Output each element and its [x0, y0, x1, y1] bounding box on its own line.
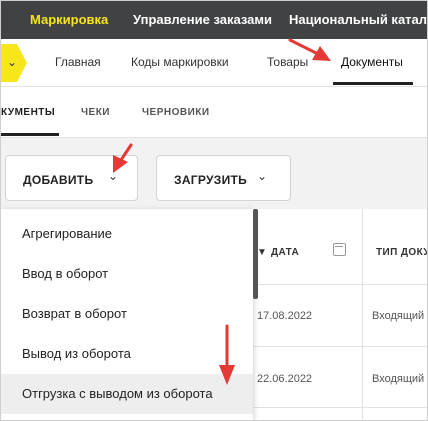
- app-window: Маркировка Управление заказами Националь…: [0, 0, 428, 421]
- red-arrow-icon: [288, 38, 331, 61]
- red-arrow-icon: [113, 143, 133, 173]
- annotation-arrows: [113, 38, 331, 385]
- red-arrow-icon: [219, 324, 235, 385]
